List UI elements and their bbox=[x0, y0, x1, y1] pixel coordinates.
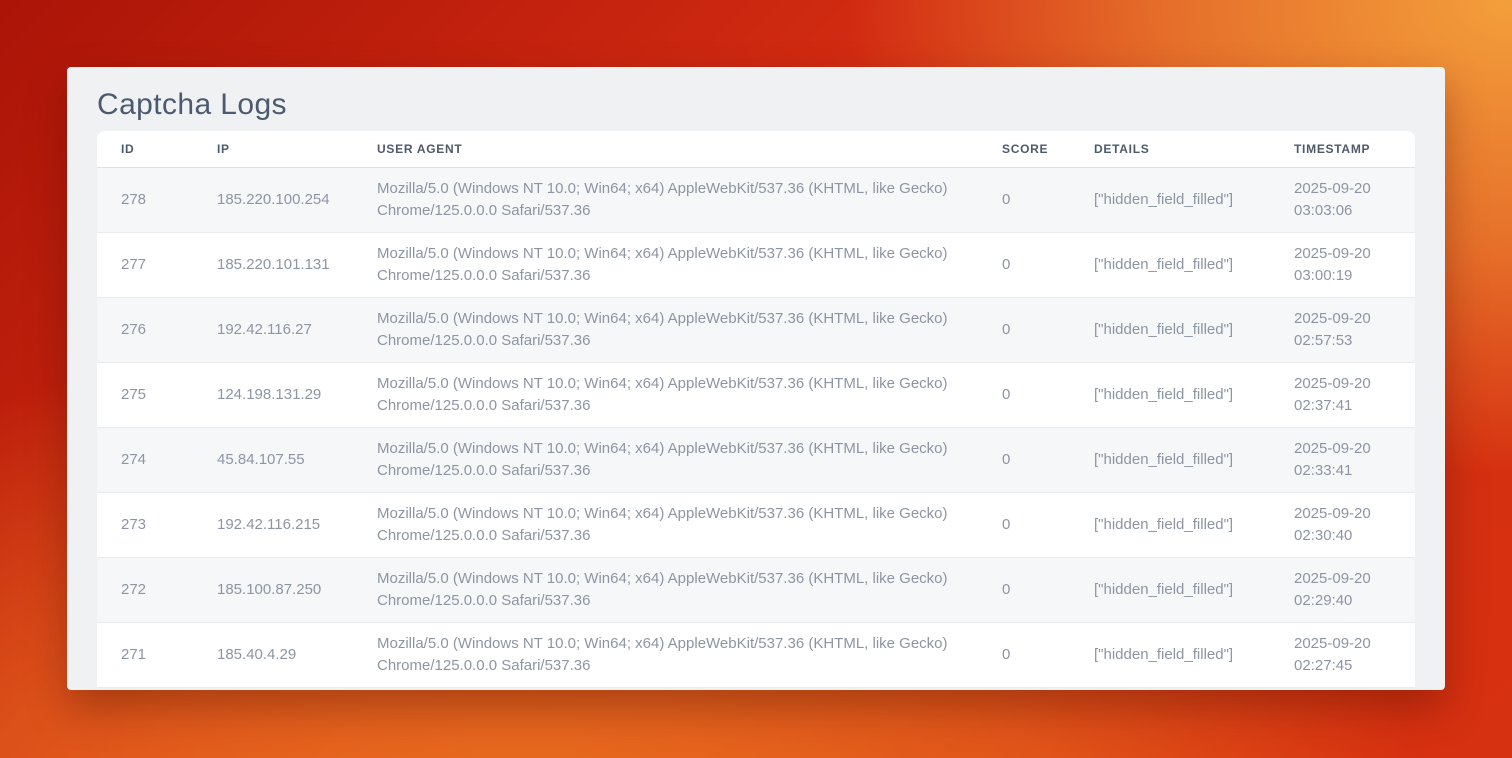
desktop-background: Captcha Logs ID IP USER AGENT SCORE DETA… bbox=[0, 0, 1512, 758]
table-header-row: ID IP USER AGENT SCORE DETAILS TIMESTAMP bbox=[97, 131, 1415, 168]
cell-user-agent: Mozilla/5.0 (Windows NT 10.0; Win64; x64… bbox=[353, 298, 978, 363]
cell-timestamp: 2025-09-20 03:03:06 bbox=[1270, 168, 1415, 233]
cell-ip: 185.100.87.250 bbox=[193, 558, 353, 623]
cell-timestamp: 2025-09-20 03:00:19 bbox=[1270, 233, 1415, 298]
cell-score: 0 bbox=[978, 493, 1070, 558]
cell-id: 271 bbox=[97, 623, 193, 688]
cell-ip: 45.84.107.55 bbox=[193, 428, 353, 493]
cell-user-agent: Mozilla/5.0 (Windows NT 10.0; Win64; x64… bbox=[353, 233, 978, 298]
cell-user-agent: Mozilla/5.0 (Windows NT 10.0; Win64; x64… bbox=[353, 428, 978, 493]
column-header-user-agent: USER AGENT bbox=[353, 131, 978, 168]
table-row: 273 192.42.116.215 Mozilla/5.0 (Windows … bbox=[97, 493, 1415, 558]
cell-id: 275 bbox=[97, 363, 193, 428]
cell-id: 274 bbox=[97, 428, 193, 493]
page-title: Captcha Logs bbox=[97, 84, 1415, 126]
cell-details: ["hidden_field_filled"] bbox=[1070, 363, 1270, 428]
table-row: 272 185.100.87.250 Mozilla/5.0 (Windows … bbox=[97, 558, 1415, 623]
table-row: 277 185.220.101.131 Mozilla/5.0 (Windows… bbox=[97, 233, 1415, 298]
cell-details: ["hidden_field_filled"] bbox=[1070, 298, 1270, 363]
cell-timestamp: 2025-09-20 02:29:40 bbox=[1270, 558, 1415, 623]
cell-score: 0 bbox=[978, 298, 1070, 363]
table-row: 271 185.40.4.29 Mozilla/5.0 (Windows NT … bbox=[97, 623, 1415, 688]
cell-user-agent: Mozilla/5.0 (Windows NT 10.0; Win64; x64… bbox=[353, 363, 978, 428]
table-row: 275 124.198.131.29 Mozilla/5.0 (Windows … bbox=[97, 363, 1415, 428]
cell-id: 273 bbox=[97, 493, 193, 558]
column-header-details: DETAILS bbox=[1070, 131, 1270, 168]
captcha-logs-panel: Captcha Logs ID IP USER AGENT SCORE DETA… bbox=[67, 67, 1445, 690]
cell-timestamp: 2025-09-20 02:37:41 bbox=[1270, 363, 1415, 428]
table-row: 276 192.42.116.27 Mozilla/5.0 (Windows N… bbox=[97, 298, 1415, 363]
table-row: 274 45.84.107.55 Mozilla/5.0 (Windows NT… bbox=[97, 428, 1415, 493]
cell-details: ["hidden_field_filled"] bbox=[1070, 428, 1270, 493]
cell-score: 0 bbox=[978, 233, 1070, 298]
captcha-logs-table: ID IP USER AGENT SCORE DETAILS TIMESTAMP… bbox=[97, 131, 1415, 688]
column-header-id: ID bbox=[97, 131, 193, 168]
cell-details: ["hidden_field_filled"] bbox=[1070, 558, 1270, 623]
cell-ip: 124.198.131.29 bbox=[193, 363, 353, 428]
column-header-ip: IP bbox=[193, 131, 353, 168]
cell-ip: 192.42.116.27 bbox=[193, 298, 353, 363]
cell-user-agent: Mozilla/5.0 (Windows NT 10.0; Win64; x64… bbox=[353, 168, 978, 233]
table-row: 278 185.220.100.254 Mozilla/5.0 (Windows… bbox=[97, 168, 1415, 233]
cell-id: 277 bbox=[97, 233, 193, 298]
column-header-timestamp: TIMESTAMP bbox=[1270, 131, 1415, 168]
cell-id: 278 bbox=[97, 168, 193, 233]
cell-user-agent: Mozilla/5.0 (Windows NT 10.0; Win64; x64… bbox=[353, 623, 978, 688]
cell-ip: 185.220.101.131 bbox=[193, 233, 353, 298]
column-header-score: SCORE bbox=[978, 131, 1070, 168]
cell-details: ["hidden_field_filled"] bbox=[1070, 623, 1270, 688]
cell-ip: 185.40.4.29 bbox=[193, 623, 353, 688]
cell-id: 272 bbox=[97, 558, 193, 623]
cell-id: 276 bbox=[97, 298, 193, 363]
cell-timestamp: 2025-09-20 02:33:41 bbox=[1270, 428, 1415, 493]
cell-timestamp: 2025-09-20 02:57:53 bbox=[1270, 298, 1415, 363]
cell-score: 0 bbox=[978, 558, 1070, 623]
cell-user-agent: Mozilla/5.0 (Windows NT 10.0; Win64; x64… bbox=[353, 493, 978, 558]
cell-timestamp: 2025-09-20 02:30:40 bbox=[1270, 493, 1415, 558]
cell-details: ["hidden_field_filled"] bbox=[1070, 168, 1270, 233]
cell-timestamp: 2025-09-20 02:27:45 bbox=[1270, 623, 1415, 688]
cell-score: 0 bbox=[978, 168, 1070, 233]
cell-ip: 185.220.100.254 bbox=[193, 168, 353, 233]
captcha-logs-table-container: ID IP USER AGENT SCORE DETAILS TIMESTAMP… bbox=[97, 131, 1415, 688]
cell-score: 0 bbox=[978, 363, 1070, 428]
cell-score: 0 bbox=[978, 428, 1070, 493]
cell-user-agent: Mozilla/5.0 (Windows NT 10.0; Win64; x64… bbox=[353, 558, 978, 623]
cell-details: ["hidden_field_filled"] bbox=[1070, 493, 1270, 558]
cell-score: 0 bbox=[978, 623, 1070, 688]
cell-details: ["hidden_field_filled"] bbox=[1070, 233, 1270, 298]
cell-ip: 192.42.116.215 bbox=[193, 493, 353, 558]
